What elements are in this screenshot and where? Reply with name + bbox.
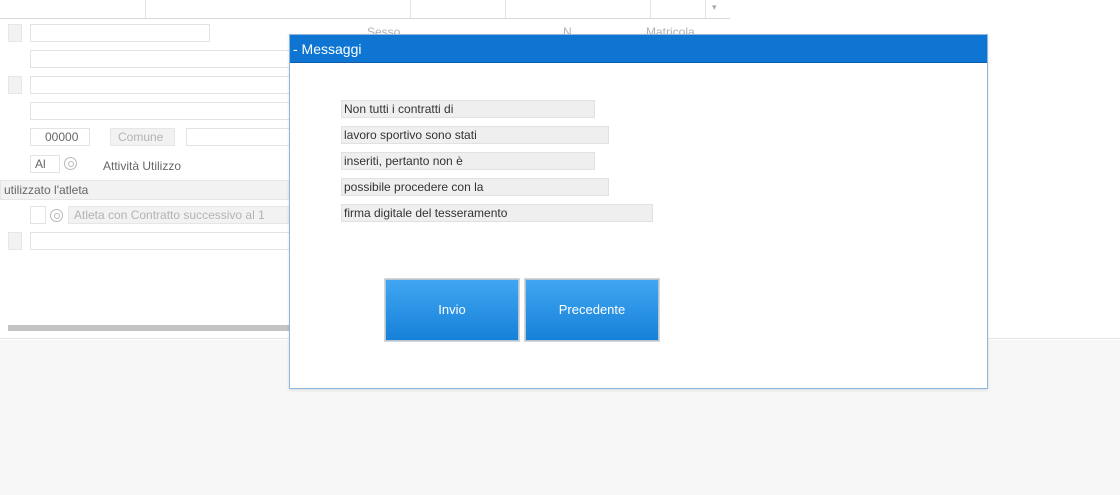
dialog-title: - Messaggi	[293, 41, 362, 57]
nome-field[interactable]	[30, 50, 290, 68]
row-marker	[8, 232, 22, 250]
message-line: Non tutti i contratti di	[341, 100, 595, 118]
cognome-field[interactable]	[30, 24, 210, 42]
message-line: firma digitale del tesseramento	[341, 204, 653, 222]
search-icon[interactable]	[64, 157, 77, 170]
dialog-header[interactable]: - Messaggi	[290, 35, 987, 63]
search-icon[interactable]	[50, 209, 63, 222]
message-line: possibile procedere con la	[341, 178, 609, 196]
section-label: utilizzato l'atleta	[4, 183, 89, 197]
row-marker	[8, 76, 22, 94]
message-line: lavoro sportivo sono stati	[341, 126, 609, 144]
precedente-button[interactable]: Precedente	[524, 278, 660, 342]
message-line: inseriti, pertanto non è	[341, 152, 595, 170]
row-marker	[8, 24, 22, 42]
comune-field[interactable]	[186, 128, 290, 146]
contratto-label: Atleta con Contratto successivo al 1	[74, 208, 265, 222]
comune-label: Comune	[118, 130, 164, 144]
contratto-checkbox[interactable]	[30, 206, 46, 224]
cap-value: 00000	[45, 130, 79, 144]
messages-dialog: - Messaggi Non tutti i contratti di lavo…	[289, 34, 988, 389]
note-field[interactable]	[30, 232, 290, 250]
attivita-utilizzo-label: Attività Utilizzo	[103, 159, 182, 173]
invio-button[interactable]: Invio	[384, 278, 520, 342]
background-toolbar: ▾	[0, 0, 730, 19]
al-label: Al	[35, 157, 46, 171]
chevron-down-icon: ▾	[712, 2, 717, 12]
horizontal-scrollbar[interactable]	[8, 325, 293, 331]
indirizzo-field[interactable]	[30, 76, 290, 94]
localita-field[interactable]	[30, 102, 290, 120]
